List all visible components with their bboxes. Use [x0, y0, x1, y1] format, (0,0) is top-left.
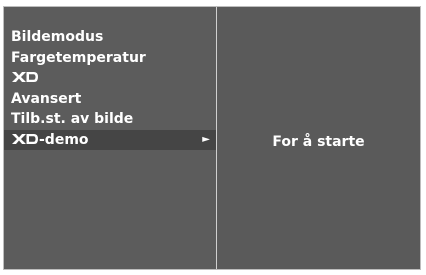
menu-item-label: -demo: [39, 131, 89, 148]
menu-item-tilbakestill-bilde[interactable]: Tilb.st. av bilde: [10, 109, 216, 130]
menu-item-bildemodus[interactable]: Bildemodus: [10, 27, 216, 48]
xd-logo-icon: [11, 132, 39, 146]
menu-item-fargetemperatur[interactable]: Fargetemperatur: [10, 48, 216, 69]
menu-item-xd[interactable]: [10, 68, 216, 89]
menu-panel: Bildemodus Fargetemperatur Avansert Tilb…: [4, 7, 217, 269]
menu-item-xd-demo[interactable]: -demo ►: [4, 129, 216, 150]
menu-list: Bildemodus Fargetemperatur Avansert Tilb…: [4, 27, 216, 150]
menu-item-label: Tilb.st. av bilde: [11, 111, 134, 127]
menu-item-label: Avansert: [11, 90, 82, 107]
xd-logo-icon: [11, 70, 39, 84]
submenu-panel: For å starte: [217, 7, 420, 269]
menu-item-label: Fargetemperatur: [11, 49, 146, 66]
start-demo-option[interactable]: For å starte: [217, 134, 420, 150]
osd-menu-window: Bildemodus Fargetemperatur Avansert Tilb…: [3, 6, 421, 270]
arrow-right-icon: ►: [202, 133, 210, 145]
menu-item-avansert[interactable]: Avansert: [10, 89, 216, 110]
menu-item-label: Bildemodus: [11, 29, 104, 45]
